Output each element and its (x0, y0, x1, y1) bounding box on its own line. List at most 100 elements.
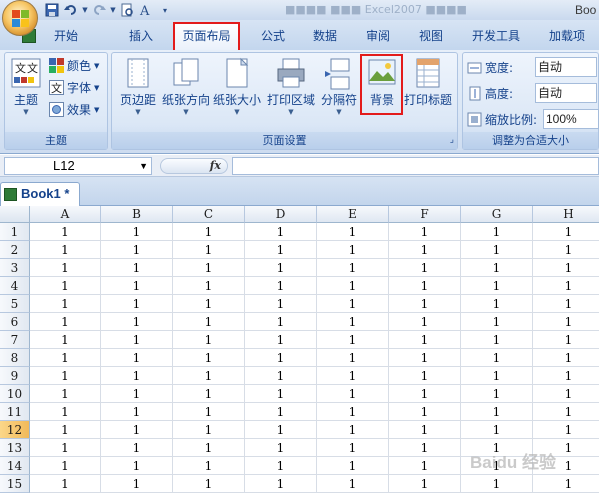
cell-A13[interactable]: 1 (30, 439, 101, 457)
cell-G5[interactable]: 1 (461, 295, 533, 313)
cell-A15[interactable]: 1 (30, 475, 101, 493)
row-header[interactable]: 14 (0, 457, 30, 475)
cell-C14[interactable]: 1 (173, 457, 245, 475)
row-header[interactable]: 2 (0, 241, 30, 259)
cell-A3[interactable]: 1 (30, 259, 101, 277)
height-select[interactable]: 自动 (535, 83, 597, 103)
cell-E13[interactable]: 1 (317, 439, 389, 457)
cell-E6[interactable]: 1 (317, 313, 389, 331)
tab-page-layout[interactable]: 页面布局 (173, 22, 240, 50)
print-titles-button[interactable]: 打印标题 (402, 57, 454, 107)
tab-developer[interactable]: 开发工具 (465, 26, 527, 46)
cell-B2[interactable]: 1 (101, 241, 173, 259)
breaks-button[interactable]: 分隔符 ▼ (319, 57, 359, 117)
cell-F10[interactable]: 1 (389, 385, 461, 403)
cell-B8[interactable]: 1 (101, 349, 173, 367)
tab-data[interactable]: 数据 (302, 26, 348, 46)
tab-insert[interactable]: 插入 (118, 26, 164, 46)
cell-E5[interactable]: 1 (317, 295, 389, 313)
column-header[interactable]: B (101, 206, 173, 223)
cell-D15[interactable]: 1 (245, 475, 317, 493)
cell-A4[interactable]: 1 (30, 277, 101, 295)
row-header[interactable]: 5 (0, 295, 30, 313)
row-header[interactable]: 6 (0, 313, 30, 331)
chevron-down-icon[interactable]: ▼ (139, 158, 148, 174)
cell-H15[interactable]: 1 (533, 475, 599, 493)
cell-C8[interactable]: 1 (173, 349, 245, 367)
cell-B1[interactable]: 1 (101, 223, 173, 241)
cell-C15[interactable]: 1 (173, 475, 245, 493)
cell-B14[interactable]: 1 (101, 457, 173, 475)
cell-C3[interactable]: 1 (173, 259, 245, 277)
insert-function-button[interactable]: fx (160, 158, 228, 174)
margins-button[interactable]: 页边距 ▼ (116, 57, 160, 117)
cell-E12[interactable]: 1 (317, 421, 389, 439)
cell-H9[interactable]: 1 (533, 367, 599, 385)
tab-view[interactable]: 视图 (408, 26, 454, 46)
cell-C5[interactable]: 1 (173, 295, 245, 313)
cell-B10[interactable]: 1 (101, 385, 173, 403)
cell-F12[interactable]: 1 (389, 421, 461, 439)
name-box[interactable]: L12 ▼ (4, 157, 152, 175)
cell-E10[interactable]: 1 (317, 385, 389, 403)
cell-F3[interactable]: 1 (389, 259, 461, 277)
row-header[interactable]: 10 (0, 385, 30, 403)
save-icon[interactable] (44, 2, 60, 18)
cell-B13[interactable]: 1 (101, 439, 173, 457)
cell-G11[interactable]: 1 (461, 403, 533, 421)
customize-icon[interactable]: ▾ (157, 2, 173, 18)
column-header[interactable]: E (317, 206, 389, 223)
cell-G15[interactable]: 1 (461, 475, 533, 493)
column-header[interactable]: F (389, 206, 461, 223)
cell-D5[interactable]: 1 (245, 295, 317, 313)
cell-F4[interactable]: 1 (389, 277, 461, 295)
row-header[interactable]: 8 (0, 349, 30, 367)
cell-E1[interactable]: 1 (317, 223, 389, 241)
cell-C9[interactable]: 1 (173, 367, 245, 385)
cell-C4[interactable]: 1 (173, 277, 245, 295)
column-header[interactable]: G (461, 206, 533, 223)
cell-A9[interactable]: 1 (30, 367, 101, 385)
tab-home[interactable]: 开始 (22, 26, 86, 46)
column-header[interactable]: D (245, 206, 317, 223)
cell-F13[interactable]: 1 (389, 439, 461, 457)
cell-A6[interactable]: 1 (30, 313, 101, 331)
cell-G9[interactable]: 1 (461, 367, 533, 385)
effects-button[interactable]: 效果 ▼ (49, 101, 99, 118)
cell-B12[interactable]: 1 (101, 421, 173, 439)
row-header[interactable]: 13 (0, 439, 30, 457)
cell-H6[interactable]: 1 (533, 313, 599, 331)
cell-G2[interactable]: 1 (461, 241, 533, 259)
cell-A14[interactable]: 1 (30, 457, 101, 475)
cell-D13[interactable]: 1 (245, 439, 317, 457)
cell-G4[interactable]: 1 (461, 277, 533, 295)
cell-H4[interactable]: 1 (533, 277, 599, 295)
chevron-down-icon[interactable]: ▼ (82, 2, 88, 18)
tab-review[interactable]: 审阅 (355, 26, 401, 46)
cell-H1[interactable]: 1 (533, 223, 599, 241)
column-header[interactable]: H (533, 206, 599, 223)
redo-icon[interactable] (91, 2, 107, 18)
cell-A2[interactable]: 1 (30, 241, 101, 259)
tab-formulas[interactable]: 公式 (250, 26, 296, 46)
cell-F11[interactable]: 1 (389, 403, 461, 421)
cell-C2[interactable]: 1 (173, 241, 245, 259)
formula-input[interactable] (232, 157, 599, 175)
cell-G12[interactable]: 1 (461, 421, 533, 439)
themes-button[interactable]: 文文 主题 ▼ (7, 57, 45, 117)
print-preview-icon[interactable] (119, 2, 135, 18)
cell-G10[interactable]: 1 (461, 385, 533, 403)
cell-A8[interactable]: 1 (30, 349, 101, 367)
cell-B5[interactable]: 1 (101, 295, 173, 313)
row-header[interactable]: 12 (0, 421, 30, 439)
cell-H7[interactable]: 1 (533, 331, 599, 349)
row-header[interactable]: 11 (0, 403, 30, 421)
cell-D2[interactable]: 1 (245, 241, 317, 259)
cell-C1[interactable]: 1 (173, 223, 245, 241)
cell-H8[interactable]: 1 (533, 349, 599, 367)
cell-D3[interactable]: 1 (245, 259, 317, 277)
cell-B9[interactable]: 1 (101, 367, 173, 385)
column-header[interactable]: A (30, 206, 101, 223)
dialog-launcher-icon[interactable]: ⌟ (450, 132, 454, 149)
cell-D6[interactable]: 1 (245, 313, 317, 331)
